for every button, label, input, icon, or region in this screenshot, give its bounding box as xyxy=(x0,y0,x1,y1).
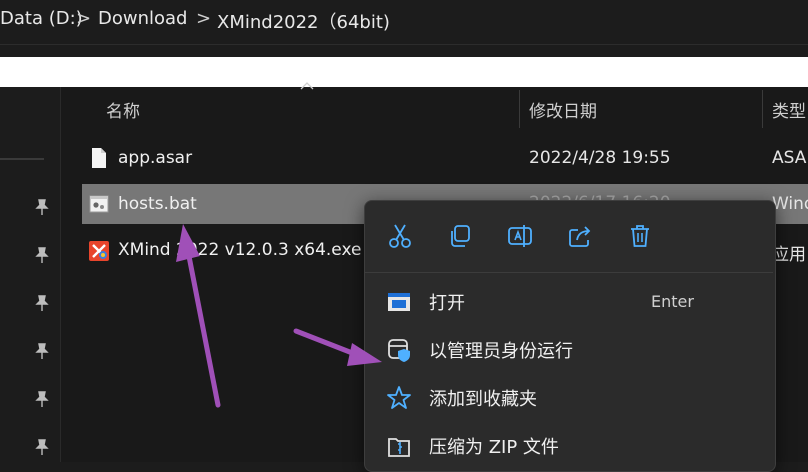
pin-icon[interactable] xyxy=(33,390,51,408)
pin-icon[interactable] xyxy=(33,438,51,456)
menu-divider xyxy=(365,272,773,273)
column-header-type[interactable]: 类型 xyxy=(772,97,806,122)
breadcrumb-separator: > xyxy=(196,8,212,29)
rename-icon[interactable] xyxy=(506,222,534,250)
run-as-admin-icon xyxy=(388,339,410,362)
star-icon xyxy=(387,386,411,409)
file-name: XMind 2022 v12.0.3 x64.exe xyxy=(118,240,362,260)
open-icon xyxy=(388,293,410,311)
breadcrumb-item-xmind-folder[interactable]: XMind2022（64bit) xyxy=(217,8,390,34)
pin-icon[interactable] xyxy=(33,294,51,312)
menu-item-label: 压缩为 ZIP 文件 xyxy=(429,437,559,458)
command-bar-input[interactable] xyxy=(0,57,808,87)
breadcrumb-item-drive[interactable]: Data (D:) xyxy=(0,8,83,29)
file-modified: 2022/4/28 19:55 xyxy=(529,148,671,168)
blank-file-icon xyxy=(92,148,106,168)
breadcrumb-item-download[interactable]: Download xyxy=(98,8,187,29)
breadcrumb-separator: > xyxy=(76,8,92,29)
menu-item-label: 以管理员身份运行 xyxy=(429,341,573,362)
menu-item-shortcut: Enter xyxy=(651,292,694,311)
delete-icon[interactable] xyxy=(626,222,654,250)
file-name: hosts.bat xyxy=(118,194,197,214)
batch-file-icon xyxy=(89,195,109,213)
pin-icon[interactable] xyxy=(33,198,51,216)
zip-icon xyxy=(388,438,410,457)
sort-ascending-icon xyxy=(300,82,314,90)
file-name: app.asar xyxy=(118,148,193,168)
nav-divider xyxy=(0,158,44,160)
column-separator[interactable] xyxy=(519,90,520,128)
menu-item-label: 添加到收藏夹 xyxy=(429,389,537,410)
copy-icon[interactable] xyxy=(446,222,474,250)
navigation-pane xyxy=(0,87,60,462)
toolbar-divider xyxy=(0,44,808,45)
menu-item-label: 打开 xyxy=(429,293,465,314)
column-separator[interactable] xyxy=(762,90,763,128)
file-type: Wind xyxy=(772,194,808,214)
xmind-app-icon xyxy=(89,241,109,261)
column-header-name[interactable]: 名称 xyxy=(106,97,140,122)
file-type: ASA xyxy=(772,148,807,168)
file-type: 应用 xyxy=(772,245,806,265)
column-header-modified[interactable]: 修改日期 xyxy=(529,97,597,122)
pin-icon[interactable] xyxy=(33,246,51,264)
cut-icon[interactable] xyxy=(386,222,414,250)
share-icon[interactable] xyxy=(566,222,594,250)
pin-icon[interactable] xyxy=(33,342,51,360)
